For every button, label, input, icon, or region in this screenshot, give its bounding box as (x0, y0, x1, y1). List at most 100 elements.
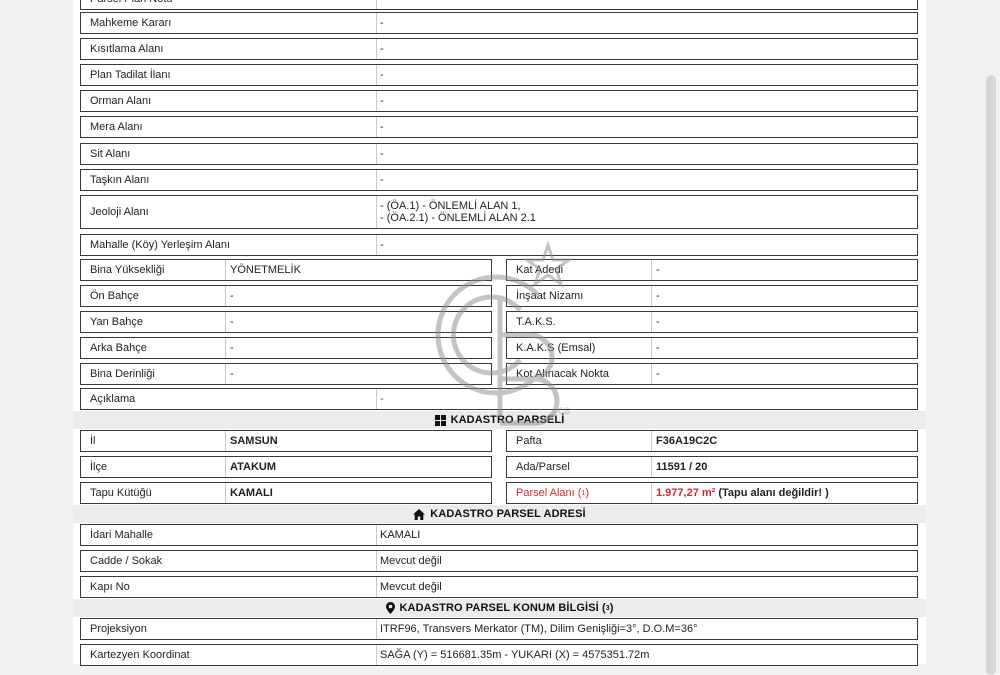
cell-value: 11591 / 20 (656, 461, 708, 473)
cell-insaat-nizami: İnşaat Nizamı - (506, 285, 918, 307)
cell-kat-adedi: Kat Adedi - (506, 259, 918, 281)
row-label: Projeksiyon (81, 619, 377, 639)
cell-label: İl (81, 431, 226, 451)
cell-taks: T.A.K.S. - (506, 311, 918, 333)
row-orman-alani: Orman Alanı - (80, 90, 918, 112)
cell-value: - (656, 368, 660, 380)
row-value: Mevcut değil (380, 581, 442, 593)
row-label: Taşkın Alanı (81, 170, 377, 190)
cell-value: F36A19C2C (656, 435, 718, 447)
cell-value: - (656, 290, 660, 302)
row-label: Kartezyen Koordinat (81, 645, 377, 665)
section-title: KADASTRO PARSELİ (450, 414, 565, 426)
cell-value: - (230, 316, 234, 328)
cell-on-bahce: Ön Bahçe - (80, 285, 492, 307)
section-title: KADASTRO PARSEL KONUM BİLGİSİ ( (399, 602, 606, 614)
row-sit-alani: Sit Alanı - (80, 143, 918, 165)
row-jeoloji-alani: Jeoloji Alanı - (ÖA.1) - ÖNLEMLİ ALAN 1,… (80, 195, 918, 229)
map-marker-icon (385, 602, 395, 614)
cell-label: Kat Adedi (507, 260, 652, 280)
row-idari-mahalle: İdari Mahalle KAMALI (80, 524, 918, 546)
row-label: Parsel Plan Notu (81, 0, 377, 9)
cell-ilce: İlçe ATAKUM (80, 456, 492, 478)
parsel-alani-label-end: ) (585, 487, 589, 499)
parsel-alani-label: Parsel Alanı ( (516, 487, 582, 499)
cell-value: YÖNETMELİK (230, 264, 301, 276)
cell-label: İlçe (81, 457, 226, 477)
cell-value: SAMSUN (230, 435, 278, 447)
row-label: Cadde / Sokak (81, 551, 377, 571)
row-value: - (380, 95, 384, 107)
row-mahkeme-karari: Mahkeme Kararı - (80, 12, 918, 34)
row-mahalle-yerlesim: Mahalle (Köy) Yerleşim Alanı - (80, 234, 918, 256)
row-label: Mahkeme Kararı (81, 13, 377, 33)
jeoloji-line-1: - (ÖA.1) - ÖNLEMLİ ALAN 1, (380, 200, 521, 212)
row-label: Kısıtlama Alanı (81, 39, 377, 59)
row-label: Jeoloji Alanı (81, 196, 377, 228)
cell-label: Bina Derinliği (81, 364, 226, 384)
cell-label: İnşaat Nizamı (507, 286, 652, 306)
cell-label: Pafta (507, 431, 652, 451)
section-kadastro-adres: KADASTRO PARSEL ADRESİ (73, 505, 926, 523)
row-kapi-no: Kapı No Mevcut değil (80, 576, 918, 598)
cell-value: ATAKUM (230, 461, 277, 473)
cell-value: - (656, 342, 660, 354)
row-value: - (380, 17, 384, 29)
cell-label: Ada/Parsel (507, 457, 652, 477)
section-title-end: ) (609, 602, 614, 614)
row-cadde-sokak: Cadde / Sokak Mevcut değil (80, 550, 918, 572)
row-value: SAĞA (Y) = 516681.35m - YUKARI (X) = 457… (380, 649, 650, 661)
row-aciklama: Açıklama - (80, 388, 918, 410)
section-title: KADASTRO PARSEL ADRESİ (430, 508, 586, 520)
row-taskin-alani: Taşkın Alanı - (80, 169, 918, 191)
cell-value: KAMALI (230, 487, 273, 499)
cell-label: Tapu Kütüğü (81, 483, 226, 503)
cell-ada-parsel: Ada/Parsel 11591 / 20 (506, 456, 918, 478)
cell-label: Bina Yüksekliği (81, 260, 226, 280)
cell-value: - (230, 368, 234, 380)
cell-value: - (230, 342, 234, 354)
cell-il: İl SAMSUN (80, 430, 492, 452)
jeoloji-line-2: - (ÖA.2.1) - ÖNLEMLİ ALAN 2.1 (380, 212, 536, 224)
row-value: ITRF96, Transvers Merkator (TM), Dilim G… (380, 623, 698, 635)
parsel-alani-note: (Tapu alanı değildir! ) (718, 487, 829, 499)
row-value: - (380, 121, 384, 133)
section-konum-bilgisi: KADASTRO PARSEL KONUM BİLGİSİ (3) (73, 599, 926, 617)
cell-label: Ön Bahçe (81, 286, 226, 306)
row-value (377, 0, 917, 9)
row-value: - (380, 174, 384, 186)
row-value: Mevcut değil (380, 555, 442, 567)
cell-label: Yan Bahçe (81, 312, 226, 332)
row-label: Mera Alanı (81, 117, 377, 137)
row-value: KAMALI (380, 529, 421, 541)
grid-icon (434, 414, 446, 426)
cell-bina-yuksekligi: Bina Yüksekliği YÖNETMELİK (80, 259, 492, 281)
row-label: Kapı No (81, 577, 377, 597)
cell-value: - (230, 290, 234, 302)
row-mera-alani: Mera Alanı - (80, 116, 918, 138)
scrollbar[interactable] (986, 75, 996, 675)
row-parsel-plan-notu: Parsel Plan Notu (80, 0, 918, 10)
row-label: Orman Alanı (81, 91, 377, 111)
cell-label: T.A.K.S. (507, 312, 652, 332)
row-value: - (380, 69, 384, 81)
cell-value: - (656, 316, 660, 328)
cell-value: - (656, 264, 660, 276)
cell-value: 1.977,27 m² (Tapu alanı değildir! ) (652, 483, 917, 503)
row-value: - (380, 393, 384, 405)
cell-kot-alinacak-nokta: Kot Alınacak Nokta - (506, 363, 918, 385)
row-label: Mahalle (Köy) Yerleşim Alanı (81, 235, 377, 255)
row-label: Plan Tadilat İlanı (81, 65, 377, 85)
cell-pafta: Pafta F36A19C2C (506, 430, 918, 452)
row-value: - (ÖA.1) - ÖNLEMLİ ALAN 1, - (ÖA.2.1) - … (377, 196, 917, 228)
cell-parsel-alani: Parsel Alanı (1) 1.977,27 m² (Tapu alanı… (506, 482, 918, 504)
row-value: - (380, 239, 384, 251)
cell-kaks-emsal: K.A.K.S (Emsal) - (506, 337, 918, 359)
cell-label: K.A.K.S (Emsal) (507, 338, 652, 358)
parsel-alani-value: 1.977,27 m² (656, 487, 716, 499)
row-plan-tadilat-ilani: Plan Tadilat İlanı - (80, 64, 918, 86)
row-kartezyen-koordinat: Kartezyen Koordinat SAĞA (Y) = 516681.35… (80, 644, 918, 666)
row-label: Sit Alanı (81, 144, 377, 164)
cell-tapu-kutugu: Tapu Kütüğü KAMALI (80, 482, 492, 504)
row-value: - (380, 148, 384, 160)
